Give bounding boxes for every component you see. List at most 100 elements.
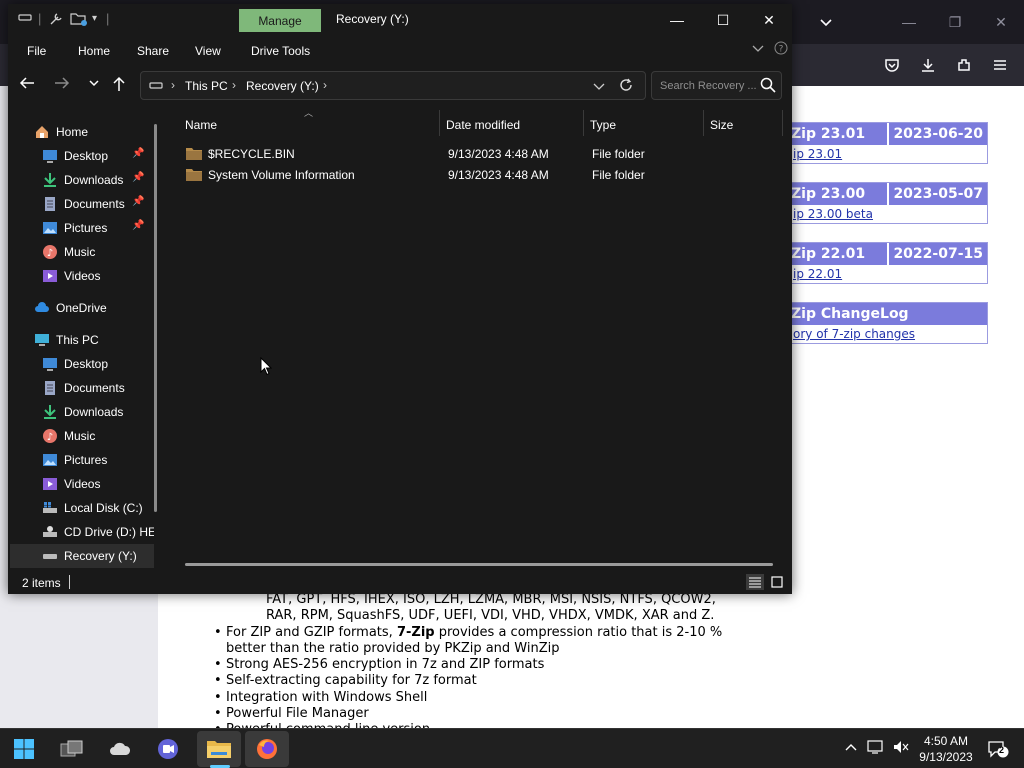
nav-item-pc-desktop[interactable]: Desktop	[42, 352, 108, 376]
breadcrumb-recovery[interactable]: Recovery (Y:)	[246, 79, 319, 93]
nav-item-this-pc[interactable]: This PC	[34, 328, 99, 352]
documents-icon	[42, 380, 58, 396]
column-header-name[interactable]: Name	[185, 118, 217, 132]
list-item: For ZIP and GZIP formats, 7-Zip provides…	[208, 625, 768, 658]
file-explorer-taskbar-button[interactable]	[197, 731, 241, 767]
ribbon: File Home Share View Drive Tools ?	[8, 36, 792, 64]
manage-tab[interactable]: Manage	[239, 9, 321, 32]
pin-icon[interactable]: 📌	[132, 220, 144, 231]
ribbon-tab-file[interactable]: File	[27, 44, 46, 58]
downloads-icon[interactable]	[916, 53, 940, 77]
nav-scrollbar[interactable]	[154, 124, 157, 512]
weather-icon	[110, 742, 131, 755]
network-icon[interactable]	[866, 739, 884, 758]
release-link[interactable]: ip 23.01	[777, 145, 987, 163]
search-icon[interactable]	[759, 76, 777, 94]
task-view-button[interactable]	[50, 731, 94, 767]
back-button[interactable]	[17, 76, 37, 94]
browser-minimize-button[interactable]: —	[894, 8, 924, 36]
pin-icon[interactable]: 📌	[132, 148, 144, 159]
recent-locations-button[interactable]	[84, 76, 104, 94]
file-date: 9/13/2023 4:48 AM	[448, 147, 549, 161]
chevron-right-icon[interactable]: ›	[232, 78, 236, 92]
minimize-button[interactable]: —	[654, 6, 700, 34]
nav-item-pc-documents[interactable]: Documents	[42, 376, 125, 400]
ribbon-tab-share[interactable]: Share	[137, 44, 169, 58]
taskbar-clock[interactable]: 4:50 AM 9/13/2023	[916, 733, 976, 765]
cd-drive-icon	[42, 524, 58, 540]
nav-item-pc-downloads[interactable]: Downloads	[42, 400, 123, 424]
list-item: Integration with Windows Shell	[208, 690, 768, 707]
file-type: File folder	[592, 168, 645, 182]
teams-button[interactable]	[146, 731, 190, 767]
nav-item-downloads[interactable]: Downloads	[42, 168, 123, 192]
show-hidden-icons-icon[interactable]	[844, 739, 858, 755]
extensions-icon[interactable]	[952, 53, 976, 77]
file-row[interactable]: System Volume Information 9/13/2023 4:48…	[182, 165, 782, 186]
nav-item-music[interactable]: ♪ Music	[42, 240, 95, 264]
maximize-button[interactable]: ☐	[700, 6, 746, 34]
expand-ribbon-icon[interactable]	[752, 43, 764, 56]
svg-text:?: ?	[779, 45, 784, 55]
nav-item-onedrive[interactable]: OneDrive	[34, 296, 107, 320]
pin-icon[interactable]: 📌	[132, 196, 144, 207]
qa-separator: |	[38, 11, 42, 26]
address-history-icon[interactable]	[593, 80, 605, 94]
desktop-icon	[42, 148, 58, 164]
refresh-icon[interactable]	[619, 78, 633, 95]
ribbon-tab-home[interactable]: Home	[78, 44, 110, 58]
nav-item-recovery[interactable]: Recovery (Y:)	[10, 544, 154, 568]
nav-item-pc-pictures[interactable]: Pictures	[42, 448, 107, 472]
pin-icon[interactable]: 📌	[132, 172, 144, 183]
tiles-view-icon[interactable]	[768, 574, 786, 590]
release-link[interactable]: ip 23.00 beta	[777, 205, 987, 223]
start-button[interactable]	[2, 731, 46, 767]
nav-item-videos[interactable]: Videos	[42, 264, 100, 288]
nav-item-cd-drive[interactable]: CD Drive (D:) HE	[42, 520, 154, 544]
pictures-icon	[42, 452, 58, 468]
nav-item-home[interactable]: Home	[34, 120, 88, 144]
volume-icon[interactable]	[892, 739, 910, 758]
ribbon-tab-view[interactable]: View	[195, 44, 221, 58]
chevron-right-icon[interactable]: ›	[323, 78, 327, 92]
forward-button[interactable]	[52, 76, 72, 94]
column-header-date[interactable]: Date modified	[446, 118, 520, 132]
new-folder-icon[interactable]	[70, 11, 88, 30]
nav-item-desktop[interactable]: Desktop	[42, 144, 108, 168]
browser-restore-button[interactable]: ❐	[940, 8, 970, 36]
nav-item-pc-videos[interactable]: Videos	[42, 472, 100, 496]
file-list: ︿ Name Date modified Type Size $RECYCLE.…	[176, 108, 786, 568]
notification-icon	[988, 741, 1009, 758]
release-link[interactable]: ip 22.01	[777, 265, 987, 283]
column-header-size[interactable]: Size	[710, 118, 733, 132]
properties-icon[interactable]	[48, 11, 64, 30]
release-header: Zip 22.01 2022-07-15	[777, 243, 987, 265]
address-bar[interactable]: › This PC › Recovery (Y:) ›	[140, 71, 646, 100]
tab-list-icon[interactable]	[814, 10, 838, 34]
menu-icon[interactable]	[988, 53, 1012, 77]
help-icon[interactable]: ?	[774, 41, 788, 58]
file-row[interactable]: $RECYCLE.BIN 9/13/2023 4:48 AM File fold…	[182, 144, 782, 165]
details-view-icon[interactable]	[746, 574, 764, 590]
release-link[interactable]: ory of 7-zip changes	[777, 325, 987, 343]
chevron-right-icon[interactable]: ›	[171, 78, 175, 92]
nav-item-documents[interactable]: Documents	[42, 192, 125, 216]
browser-close-button[interactable]: ✕	[986, 8, 1016, 36]
column-header-type[interactable]: Type	[590, 118, 616, 132]
close-button[interactable]: ✕	[746, 6, 792, 34]
qa-dropdown-icon[interactable]: ▾	[92, 13, 97, 24]
breadcrumb-this-pc[interactable]: This PC	[185, 79, 228, 93]
search-input[interactable]: Search Recovery ...	[651, 71, 782, 100]
svg-text:♪: ♪	[47, 248, 53, 259]
up-button[interactable]	[109, 76, 129, 96]
notifications-button[interactable]: 2	[987, 740, 1013, 758]
nav-item-pictures[interactable]: Pictures	[42, 216, 107, 240]
nav-item-pc-music[interactable]: ♪ Music	[42, 424, 95, 448]
pocket-icon[interactable]	[880, 53, 904, 77]
firefox-taskbar-button[interactable]	[245, 731, 289, 767]
nav-item-local-disk[interactable]: Local Disk (C:)	[42, 496, 143, 520]
home-icon	[34, 124, 50, 140]
widgets-button[interactable]	[98, 731, 142, 767]
ribbon-tab-drive-tools[interactable]: Drive Tools	[251, 44, 310, 58]
horizontal-scrollbar[interactable]	[185, 563, 773, 566]
